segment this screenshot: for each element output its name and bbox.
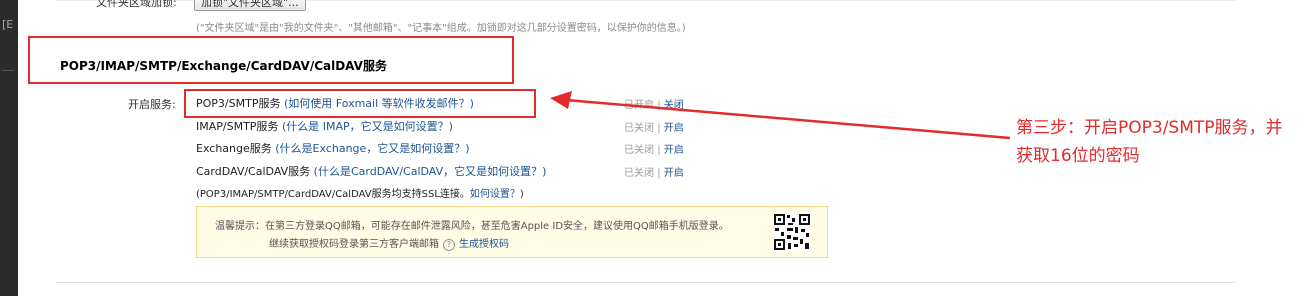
ssl-note-close: )	[519, 189, 524, 200]
service-name: IMAP/SMTP服务	[196, 120, 279, 133]
status-separator: |	[657, 168, 661, 179]
status-text: 已关闭	[624, 168, 654, 179]
section-title: POP3/IMAP/SMTP/Exchange/CardDAV/CalDAV服务	[60, 59, 387, 73]
sidebar-divider	[2, 70, 14, 71]
service-carddav-toggle-link[interactable]: 开启	[664, 168, 684, 179]
service-exchange: Exchange服务 (什么是Exchange，它又是如何设置？)	[196, 140, 470, 156]
service-carddav-status: 已关闭 | 开启	[624, 164, 684, 179]
service-help-link[interactable]: (什么是CardDAV/CalDAV，它又是如何设置？)	[314, 165, 547, 178]
service-help-link[interactable]: (什么是 IMAP，它又是如何设置？)	[282, 120, 453, 133]
service-help-link[interactable]: (什么是Exchange，它又是如何设置？)	[275, 142, 469, 155]
tip-line-1: 温馨提示：在第三方登录QQ邮箱，可能存在邮件泄露风险，甚至危害Apple ID安…	[215, 221, 729, 232]
service-help-link[interactable]: (如何使用 Foxmail 等软件收发邮件？)	[284, 97, 474, 110]
tip-line-2: 继续获取授权码登录第三方客户端邮箱? 生成授权码	[269, 235, 509, 251]
annotation-arrow-icon	[550, 91, 1011, 140]
folder-lock-note: ("文件夹区域"是由"我的文件夹"、"其他邮箱"、"记事本"组成。加锁即对这几部…	[196, 23, 686, 34]
warning-tip-box: 温馨提示：在第三方登录QQ邮箱，可能存在邮件泄露风险，甚至危害Apple ID安…	[196, 206, 828, 258]
ssl-note: (POP3/IMAP/SMTP/CardDAV/CalDAV服务均支持SSL连接…	[196, 185, 524, 200]
service-carddav-caldav: CardDAV/CalDAV服务 (什么是CardDAV/CalDAV，它又是如…	[196, 163, 546, 179]
service-name: Exchange服务	[196, 142, 272, 155]
services-label: 开启服务:	[128, 98, 176, 111]
service-name: CardDAV/CalDAV服务	[196, 165, 311, 178]
bottom-divider	[56, 282, 1236, 283]
ssl-note-text: (POP3/IMAP/SMTP/CardDAV/CalDAV服务均支持SSL连接…	[196, 189, 470, 200]
ssl-howto-link[interactable]: 如何设置？	[470, 189, 520, 200]
folder-lock-label: 文件夹区域加锁:	[96, 0, 177, 9]
tip-line-2-text: 继续获取授权码登录第三方客户端邮箱	[269, 239, 439, 250]
sidebar-glyph: [E	[2, 18, 14, 31]
annotation-step-three: 第三步：开启POP3/SMTP服务，并获取16位的密码	[1016, 118, 1283, 166]
qr-code-icon	[773, 213, 811, 251]
left-sidebar-strip: [E	[0, 0, 18, 296]
generate-auth-code-link[interactable]: 生成授权码	[459, 239, 509, 250]
service-name: POP3/SMTP服务	[196, 97, 281, 110]
service-pop3-smtp: POP3/SMTP服务 (如何使用 Foxmail 等软件收发邮件？)	[196, 95, 474, 111]
service-imap-smtp: IMAP/SMTP服务 (什么是 IMAP，它又是如何设置？)	[196, 118, 453, 134]
help-question-icon[interactable]: ?	[443, 239, 455, 251]
folder-lock-button[interactable]: 加锁"文件夹区域"...	[194, 0, 306, 11]
